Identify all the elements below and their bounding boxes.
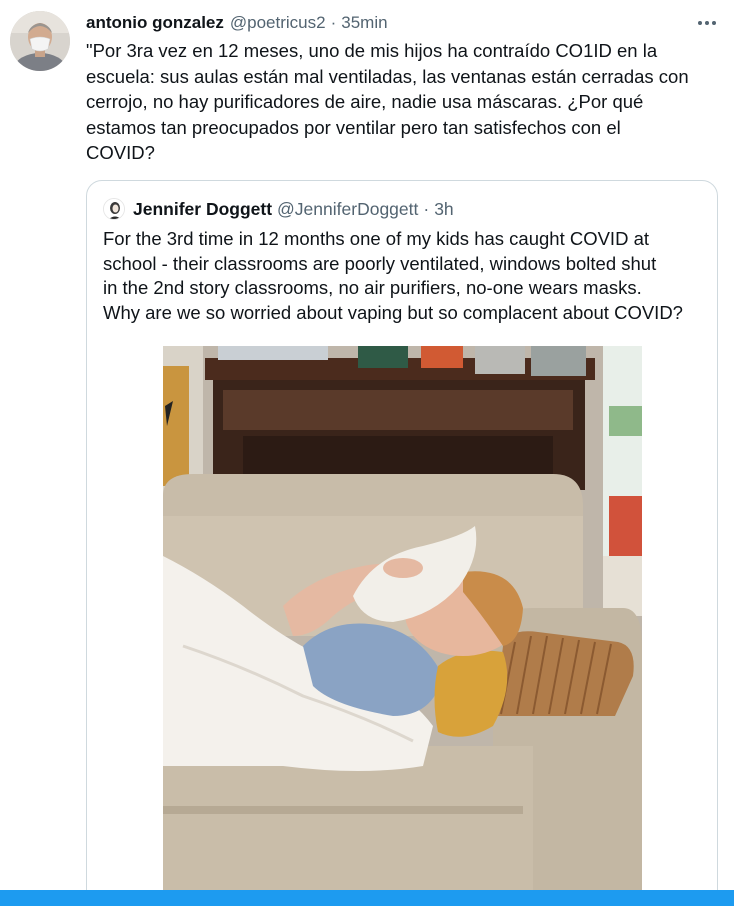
tweet-timestamp[interactable]: 35min: [341, 13, 387, 33]
separator-dot: ·: [330, 13, 337, 32]
more-horizontal-icon: [698, 21, 716, 25]
quoted-separator-dot: ·: [423, 198, 430, 219]
tweet-header: antonio gonzalez @poetricus2 · 35min: [86, 12, 388, 34]
tweet[interactable]: antonio gonzalez @poetricus2 · 35min "Po…: [0, 0, 734, 906]
quoted-tweet-header: Jennifer Doggett @JenniferDoggett · 3h: [103, 197, 454, 221]
bottom-accent-bar: [0, 890, 734, 906]
author-name[interactable]: antonio gonzalez: [86, 13, 224, 33]
author-handle[interactable]: @poetricus2: [230, 13, 326, 33]
quoted-tweet-timestamp[interactable]: 3h: [434, 199, 453, 220]
quoted-author-avatar[interactable]: [103, 198, 125, 220]
more-options-button[interactable]: [694, 12, 720, 34]
quoted-author-name[interactable]: Jennifer Doggett: [133, 199, 272, 220]
tweet-text: "Por 3ra vez en 12 meses, uno de mis hij…: [86, 40, 689, 163]
quoted-author-handle[interactable]: @JenniferDoggett: [277, 199, 418, 220]
quoted-tweet[interactable]: Jennifer Doggett @JenniferDoggett · 3h F…: [86, 180, 718, 906]
quoted-tweet-photo[interactable]: [163, 346, 642, 906]
author-avatar[interactable]: [10, 11, 70, 71]
quoted-tweet-text: For the 3rd time in 12 months one of my …: [103, 228, 683, 323]
